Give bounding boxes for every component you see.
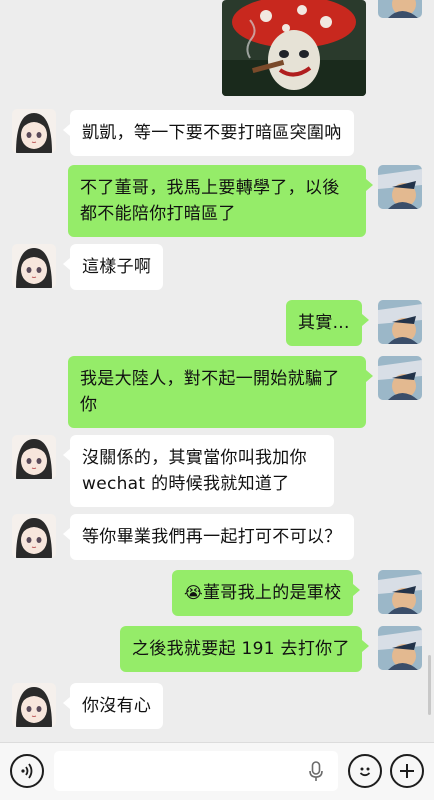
- message-row: 你沒有心: [0, 683, 434, 729]
- message-text-line: 不了董哥，我馬上要轉學了，以後: [80, 178, 340, 198]
- contact-avatar[interactable]: [12, 683, 56, 727]
- my-avatar[interactable]: [378, 356, 422, 400]
- scrollbar[interactable]: [428, 655, 431, 715]
- message-text: 其實...: [298, 313, 350, 333]
- my-avatar[interactable]: [378, 570, 422, 614]
- image-message[interactable]: [222, 0, 366, 96]
- my-avatar[interactable]: [378, 626, 422, 670]
- outgoing-message[interactable]: 我是大陸人，對不起一開始就騙了 你: [68, 356, 373, 428]
- outgoing-message[interactable]: 不了董哥，我馬上要轉學了，以後 都不能陪你打暗區了: [68, 165, 373, 237]
- message-input[interactable]: [54, 751, 338, 791]
- message-text-line: 你: [80, 395, 98, 415]
- emoji-icon[interactable]: [348, 754, 382, 788]
- message-text: 董哥我上的是軍校: [203, 583, 342, 603]
- voice-icon[interactable]: [10, 754, 44, 788]
- incoming-message[interactable]: 沒關係的，其實當你叫我加你 wechat 的時候我就知道了: [63, 435, 334, 507]
- contact-avatar[interactable]: [12, 109, 56, 153]
- message-text: 之後我就要起 191 去打你了: [132, 639, 350, 659]
- outgoing-message[interactable]: 其實...: [286, 300, 369, 346]
- incoming-message[interactable]: 這樣子啊: [62, 244, 164, 290]
- plus-icon[interactable]: [390, 754, 424, 788]
- incoming-message[interactable]: 等你畢業我們再一起打可不可以？: [63, 514, 354, 560]
- outgoing-message[interactable]: 之後我就要起 191 去打你了: [120, 626, 369, 672]
- message-row: 凱凱，等一下要不要打暗區突圍吶: [0, 109, 434, 156]
- message-row: 等你畢業我們再一起打可不可以？: [0, 514, 434, 560]
- message-text: 凱凱，等一下要不要打暗區突圍吶: [82, 123, 342, 143]
- my-avatar[interactable]: [378, 165, 422, 209]
- microphone-icon[interactable]: [308, 761, 324, 787]
- message-row: 沒關係的，其實當你叫我加你 wechat 的時候我就知道了: [0, 435, 434, 507]
- contact-avatar[interactable]: [12, 514, 56, 558]
- message-text-line: 沒關係的，其實當你叫我加你: [82, 448, 307, 468]
- contact-avatar[interactable]: [12, 244, 56, 288]
- message-text-line: 都不能陪你打暗區了: [80, 204, 236, 224]
- message-row-image: [0, 0, 434, 96]
- chat-area[interactable]: 凱凱，等一下要不要打暗區突圍吶 不了董哥，我馬上要轉學了，以後 都不能陪你打暗區…: [0, 0, 434, 742]
- incoming-message[interactable]: 你沒有心: [62, 683, 164, 729]
- message-text: 這樣子啊: [82, 257, 152, 277]
- contact-avatar[interactable]: [12, 435, 56, 479]
- message-text: 你沒有心: [82, 696, 152, 716]
- message-row: 不了董哥，我馬上要轉學了，以後 都不能陪你打暗區了: [0, 165, 434, 237]
- message-row: 其實...: [0, 300, 434, 346]
- message-row: 我是大陸人，對不起一開始就騙了 你: [0, 356, 434, 428]
- my-avatar[interactable]: [378, 300, 422, 344]
- input-bar: [0, 742, 434, 800]
- outgoing-message[interactable]: 😭董哥我上的是軍校: [172, 570, 361, 616]
- message-row: 之後我就要起 191 去打你了: [0, 626, 434, 672]
- message-text-line: wechat 的時候我就知道了: [82, 474, 290, 494]
- crying-emoji-icon: 😭: [184, 583, 203, 602]
- message-text-line: 我是大陸人，對不起一開始就騙了: [80, 369, 340, 389]
- message-row: 😭董哥我上的是軍校: [0, 570, 434, 616]
- message-text: 等你畢業我們再一起打可不可以？: [82, 527, 342, 547]
- incoming-message[interactable]: 凱凱，等一下要不要打暗區突圍吶: [63, 110, 354, 156]
- my-avatar[interactable]: [378, 0, 422, 18]
- message-row: 這樣子啊: [0, 244, 434, 290]
